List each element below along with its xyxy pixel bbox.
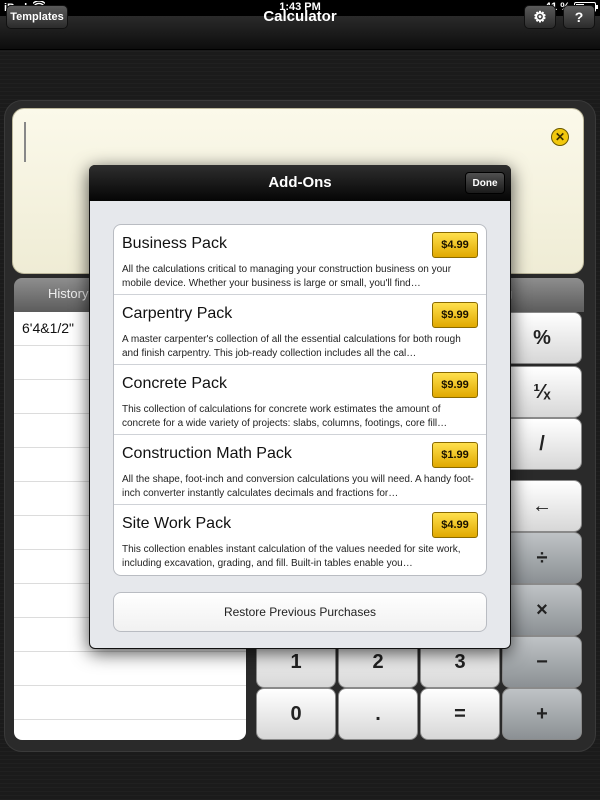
history-entry[interactable]: 6'4&1/2" <box>22 320 74 336</box>
help-button[interactable]: ? <box>563 5 595 29</box>
text-cursor <box>24 122 26 162</box>
key-backspace[interactable]: ← <box>502 480 582 532</box>
pack-description: All the shape, foot-inch and conversion … <box>122 474 474 499</box>
pack-name: Carpentry Pack <box>122 305 233 322</box>
restore-purchases-button[interactable]: Restore Previous Purchases <box>113 592 487 632</box>
key-plus[interactable]: + <box>502 688 582 740</box>
key-reciprocal[interactable]: ¹⁄ₓ <box>502 366 582 418</box>
key-minus[interactable]: − <box>502 636 582 688</box>
price-button[interactable]: $9.99 <box>432 302 478 328</box>
pack-item-construction-math[interactable]: Construction Math Pack $1.99 All the sha… <box>114 435 486 505</box>
pack-name: Site Work Pack <box>122 515 232 532</box>
price-button[interactable]: $1.99 <box>432 442 478 468</box>
tab-history[interactable]: History <box>48 286 88 301</box>
pack-item-concrete[interactable]: Concrete Pack $9.99 This collection of c… <box>114 365 486 435</box>
price-button[interactable]: $4.99 <box>432 232 478 258</box>
pack-description: This collection enables instant calculat… <box>122 544 461 569</box>
clear-icon[interactable]: ✕ <box>551 128 569 146</box>
key-percent[interactable]: % <box>502 312 582 364</box>
price-button[interactable]: $9.99 <box>432 372 478 398</box>
key-decimal[interactable]: . <box>338 688 418 740</box>
pack-item-site-work[interactable]: Site Work Pack $4.99 This collection ena… <box>114 505 486 575</box>
pack-item-carpentry[interactable]: Carpentry Pack $9.99 A master carpenter'… <box>114 295 486 365</box>
key-equals[interactable]: = <box>420 688 500 740</box>
pack-name: Concrete Pack <box>122 375 227 392</box>
pack-description: All the calculations critical to managin… <box>122 264 452 289</box>
pack-list: Business Pack $4.99 All the calculations… <box>113 224 487 576</box>
pack-description: This collection of calculations for conc… <box>122 404 448 429</box>
modal-title: Add-Ons <box>268 174 332 191</box>
pack-description: A master carpenter's collection of all t… <box>122 334 461 359</box>
key-divide[interactable]: ÷ <box>502 532 582 584</box>
key-0[interactable]: 0 <box>256 688 336 740</box>
pack-item-business[interactable]: Business Pack $4.99 All the calculations… <box>114 225 486 295</box>
gear-icon[interactable]: ⚙ <box>524 5 556 29</box>
page-title: Calculator <box>263 8 337 25</box>
key-multiply[interactable]: × <box>502 584 582 636</box>
pack-name: Business Pack <box>122 235 227 252</box>
price-button[interactable]: $4.99 <box>432 512 478 538</box>
pack-name: Construction Math Pack <box>122 445 292 462</box>
done-button[interactable]: Done <box>465 172 505 194</box>
key-fraction-slash[interactable]: / <box>502 418 582 470</box>
